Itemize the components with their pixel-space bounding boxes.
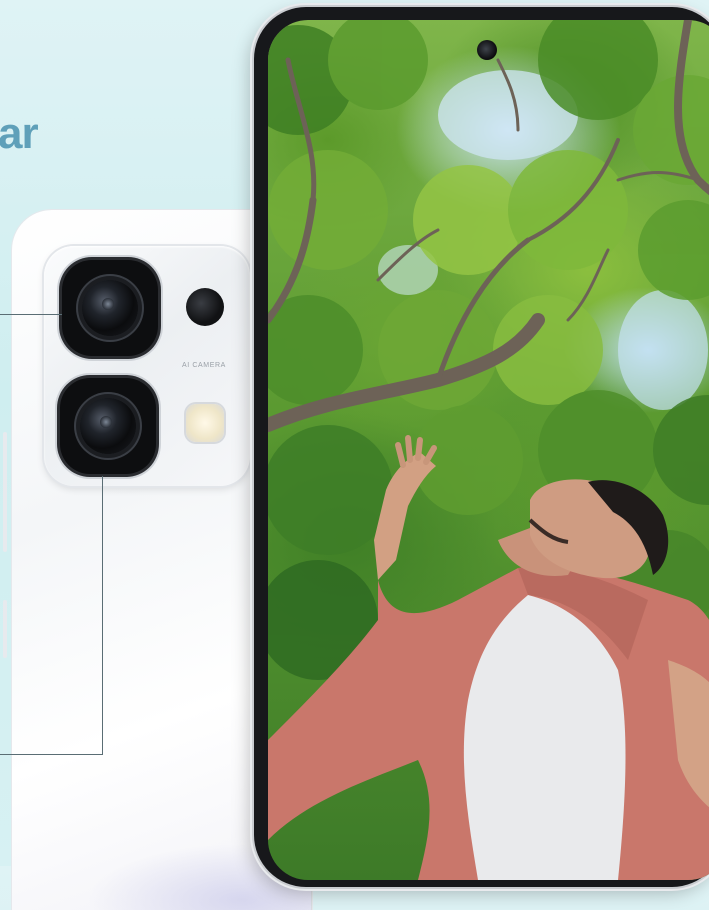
ai-camera-label: AI CAMERA xyxy=(182,362,226,369)
flash-led xyxy=(186,404,224,442)
secondary-camera-lens xyxy=(60,378,156,474)
depth-sensor xyxy=(186,288,224,326)
side-button-volume xyxy=(3,432,7,552)
front-camera-punch-hole xyxy=(477,40,497,60)
callout-line-top xyxy=(0,314,62,315)
lens-glass-icon xyxy=(80,398,136,454)
forest-selfie-scene xyxy=(268,20,709,880)
phone-screen-photo xyxy=(268,20,709,880)
lens-glass-icon xyxy=(82,280,138,336)
headline-text: ar xyxy=(0,109,39,158)
side-button-power xyxy=(3,600,7,658)
main-camera-lens xyxy=(62,260,158,356)
callout-line-vertical xyxy=(102,476,103,754)
callout-line-bottom xyxy=(0,754,103,755)
